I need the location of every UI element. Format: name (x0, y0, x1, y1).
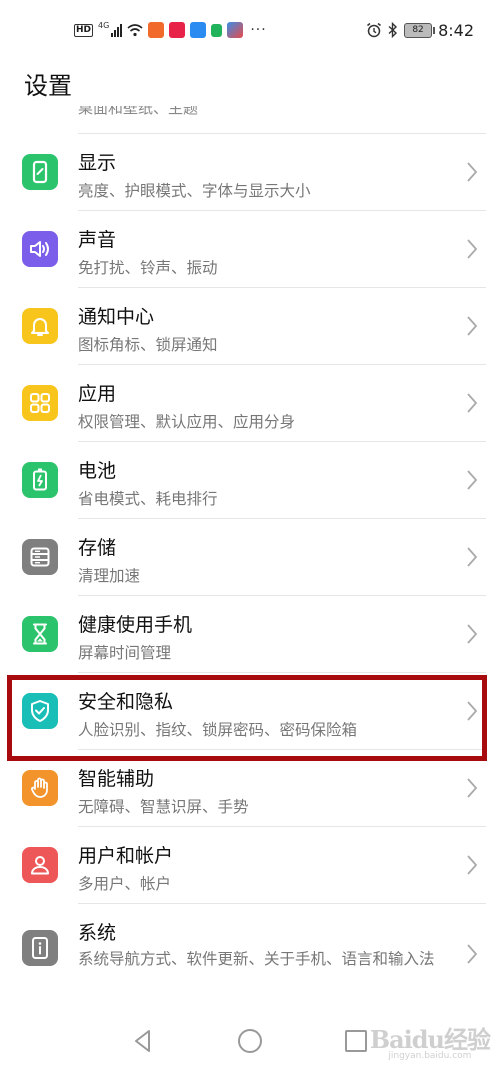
item-subtitle: 免打扰、铃声、振动 (78, 259, 218, 277)
battery-icon (22, 462, 58, 498)
item-title: 健康使用手机 (78, 614, 193, 636)
more-notifications-icon: ··· (250, 22, 267, 38)
network-type-label: 4G (98, 21, 110, 30)
settings-item-smart-assistance[interactable]: 智能辅助 无障碍、智慧识屏、手势 (0, 750, 500, 826)
watermark-logo: Baidu经验 (369, 1025, 491, 1054)
item-subtitle: 省电模式、耗电排行 (78, 490, 218, 508)
settings-item-apps[interactable]: 应用 权限管理、默认应用、应用分身 (0, 365, 500, 441)
chevron-right-icon (467, 470, 478, 490)
user-icon (22, 847, 58, 883)
app-icon-green (211, 23, 223, 37)
hourglass-icon (22, 616, 58, 652)
watermark: Baidu经验 jingyan.baidu.com (369, 1020, 491, 1061)
apps-grid-icon (22, 385, 58, 421)
settings-item-sound[interactable]: 声音 免打扰、铃声、振动 (0, 211, 500, 287)
chevron-right-icon (467, 547, 478, 567)
chevron-right-icon (467, 624, 478, 644)
storage-icon (22, 539, 58, 575)
item-title: 智能辅助 (78, 768, 155, 790)
item-subtitle: 亮度、护眼模式、字体与显示大小 (78, 182, 311, 200)
settings-item-battery[interactable]: 电池 省电模式、耗电排行 (0, 442, 500, 518)
chevron-right-icon (467, 701, 478, 721)
display-icon (22, 154, 58, 190)
hand-icon (22, 770, 58, 806)
system-info-icon (22, 930, 58, 966)
chevron-right-icon (467, 239, 478, 259)
item-title: 安全和隐私 (78, 691, 174, 713)
chevron-right-icon (467, 162, 478, 182)
settings-item-display[interactable]: 显示 亮度、护眼模式、字体与显示大小 (0, 134, 500, 210)
settings-item-system[interactable]: 系统 系统导航方式、软件更新、关于手机、语言和输入法 (0, 904, 500, 1004)
status-right: 82 8:42 (366, 18, 474, 42)
chevron-right-icon (467, 855, 478, 875)
settings-item-security-privacy[interactable]: 安全和隐私 人脸识别、指纹、锁屏密码、密码保险箱 (0, 673, 500, 761)
item-title: 声音 (78, 229, 117, 251)
app-icon-blue (190, 22, 207, 38)
settings-list: 显示 亮度、护眼模式、字体与显示大小 声音 免打扰、铃声、振动 通知中心 图标角… (0, 133, 500, 1004)
settings-item-users-accounts[interactable]: 用户和帐户 多用户、帐户 (0, 827, 500, 903)
navigation-bar: Baidu经验 jingyan.baidu.com (0, 1012, 500, 1069)
settings-item-notifications[interactable]: 通知中心 图标角标、锁屏通知 (0, 288, 500, 364)
chevron-right-icon (467, 944, 478, 964)
item-title: 显示 (78, 152, 117, 174)
item-subtitle: 系统导航方式、软件更新、关于手机、语言和输入法 (78, 950, 435, 968)
item-subtitle: 屏幕时间管理 (78, 644, 172, 662)
recent-apps-button-icon[interactable] (341, 1026, 371, 1056)
sound-icon (22, 231, 58, 267)
item-subtitle: 人脸识别、指纹、锁屏密码、密码保险箱 (78, 721, 358, 739)
item-title: 用户和帐户 (78, 845, 174, 867)
alarm-icon (367, 22, 382, 38)
app-icon-orange (148, 22, 165, 38)
chevron-right-icon (467, 316, 478, 336)
partial-item-subtitle: 桌面和壁纸、主题 (78, 106, 199, 117)
item-subtitle: 图标角标、锁屏通知 (78, 336, 218, 354)
home-button-icon[interactable] (235, 1026, 265, 1056)
item-subtitle: 清理加速 (78, 567, 141, 585)
status-bar: HD 4G ··· 82 8:42 (0, 0, 500, 58)
bluetooth-icon (388, 22, 398, 38)
cellular-signal-icon (111, 23, 123, 37)
page-title: 设置 (24, 72, 72, 100)
status-left: HD 4G ··· (74, 20, 267, 40)
back-button-icon[interactable] (128, 1026, 158, 1056)
chevron-right-icon (467, 393, 478, 413)
item-subtitle: 多用户、帐户 (78, 875, 172, 893)
item-title: 电池 (78, 460, 117, 482)
wifi-icon (127, 24, 143, 37)
chevron-right-icon (467, 778, 478, 798)
partial-list-item[interactable]: 桌面和壁纸、主题 (78, 106, 378, 118)
app-icon-red (169, 22, 186, 38)
battery-status-icon: 82 (404, 22, 436, 38)
clock-time: 8:42 (438, 20, 474, 40)
bell-icon (22, 308, 58, 344)
item-subtitle: 权限管理、默认应用、应用分身 (78, 413, 296, 431)
hd-voice-indicator: HD (74, 23, 94, 37)
item-title: 应用 (78, 383, 117, 405)
item-title: 通知中心 (78, 306, 155, 328)
settings-item-digital-balance[interactable]: 健康使用手机 屏幕时间管理 (0, 596, 500, 672)
item-title: 存储 (78, 537, 117, 559)
app-icon-multicolor (227, 22, 244, 38)
item-subtitle: 无障碍、智慧识屏、手势 (78, 798, 249, 816)
shield-icon (22, 693, 58, 729)
item-title: 系统 (78, 922, 117, 944)
settings-item-storage[interactable]: 存储 清理加速 (0, 519, 500, 595)
